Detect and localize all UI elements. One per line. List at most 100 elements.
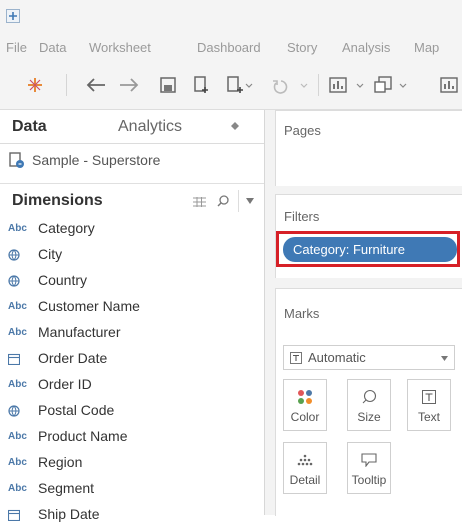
color-dots-icon <box>284 388 326 406</box>
title-bar <box>0 0 462 35</box>
string-type-icon: Abc <box>8 431 27 442</box>
text-icon <box>408 388 450 406</box>
forward-arrow-icon[interactable] <box>115 73 143 97</box>
toolbar-separator <box>66 74 67 96</box>
dimension-field[interactable]: Abc Segment <box>0 477 264 503</box>
string-type-icon: Abc <box>8 223 27 234</box>
mark-type-dropdown[interactable]: Automatic <box>283 345 455 370</box>
detail-icon <box>284 451 326 469</box>
marks-title: Marks <box>284 306 320 321</box>
globe-icon <box>8 249 30 264</box>
dimension-field[interactable]: Ship Date <box>0 503 264 529</box>
menu-analysis[interactable]: Analysis <box>342 40 390 55</box>
string-type-icon: Abc <box>8 301 27 312</box>
data-pane-tabs: Data Analytics <box>0 110 264 144</box>
color-label: Color <box>290 410 320 424</box>
chevron-down-icon[interactable] <box>246 198 254 204</box>
data-pane: Data Analytics Sample - Superstore Dimen… <box>0 110 265 522</box>
highlight-box <box>276 231 460 267</box>
string-type-icon: Abc <box>8 483 27 494</box>
dimension-field[interactable]: City <box>0 243 264 269</box>
dimensions-title: Dimensions <box>12 192 103 209</box>
datasource-name: Sample - Superstore <box>32 152 161 168</box>
tab-analytics[interactable]: Analytics <box>118 110 182 143</box>
menu-data[interactable]: Data <box>39 40 66 55</box>
menu-worksheet[interactable]: Worksheet <box>89 40 151 55</box>
back-arrow-icon[interactable] <box>82 73 110 97</box>
tableau-logo-icon[interactable] <box>22 73 48 97</box>
chart-icon[interactable] <box>438 73 462 97</box>
show-me-icon[interactable] <box>326 73 368 97</box>
undo-icon[interactable] <box>266 73 312 97</box>
dimension-field[interactable]: Abc Order ID <box>0 373 264 399</box>
dimension-field-name: Segment <box>38 480 95 496</box>
size-label: Size <box>357 410 381 424</box>
tooltip-label: Tooltip <box>351 473 387 487</box>
text-button[interactable]: Text <box>407 379 451 431</box>
dimension-field-name: Country <box>38 272 88 288</box>
tab-data[interactable]: Data <box>12 110 47 143</box>
pages-shelf[interactable]: Pages <box>275 110 462 187</box>
dimension-field[interactable]: Abc Category <box>0 217 264 243</box>
calendar-icon <box>7 509 30 524</box>
dimension-field[interactable]: Postal Code <box>0 399 264 425</box>
dimension-field-name: Product Name <box>38 428 128 444</box>
dimension-field[interactable]: Abc Manufacturer <box>0 321 264 347</box>
pages-title: Pages <box>284 123 321 138</box>
menu-file[interactable]: File <box>6 40 27 55</box>
size-icon <box>348 388 390 406</box>
dimension-field-name: Postal Code <box>38 402 115 418</box>
highlight-icon[interactable] <box>372 73 412 97</box>
dimension-field-name: Region <box>38 454 83 470</box>
view-grid-icon[interactable] <box>193 197 206 207</box>
dimension-field-name: Order ID <box>38 376 92 392</box>
text-label: Text <box>417 410 440 424</box>
filters-title: Filters <box>284 209 320 224</box>
globe-icon <box>8 275 30 290</box>
dimension-field-name: Order Date <box>38 350 108 366</box>
header-divider <box>238 190 239 212</box>
menu-bar: File Data Worksheet Dashboard Story Anal… <box>0 34 462 61</box>
dimension-field[interactable]: Country <box>0 269 264 295</box>
shelf-separator <box>275 278 462 288</box>
active-tab-indicator <box>0 141 100 143</box>
text-icon <box>290 352 302 364</box>
pane-gutter <box>265 110 275 515</box>
database-icon <box>9 152 24 168</box>
mark-type-value: Automatic <box>308 350 366 365</box>
menu-story[interactable]: Story <box>287 40 317 55</box>
dimension-field[interactable]: Order Date <box>0 347 264 373</box>
toolbar <box>0 61 462 110</box>
dimensions-header: Dimensions <box>0 183 264 218</box>
dimension-field-name: Category <box>38 220 95 236</box>
string-type-icon: Abc <box>8 457 27 468</box>
menu-map[interactable]: Map <box>414 40 439 55</box>
string-type-icon: Abc <box>8 379 27 390</box>
search-icon[interactable] <box>217 195 229 207</box>
new-worksheet-icon[interactable] <box>222 73 256 97</box>
dimension-field-name: Manufacturer <box>38 324 121 340</box>
detail-label: Detail <box>289 473 321 487</box>
dimension-field[interactable]: Abc Region <box>0 451 264 477</box>
dimension-field-name: City <box>38 246 63 262</box>
size-button[interactable]: Size <box>347 379 391 431</box>
toolbar-separator <box>318 74 319 96</box>
tooltip-icon <box>348 451 390 469</box>
dimension-field[interactable]: Abc Product Name <box>0 425 264 451</box>
dimension-field-name: Customer Name <box>38 298 140 314</box>
string-type-icon: Abc <box>8 327 27 338</box>
diamond-icon[interactable] <box>231 122 239 130</box>
dimension-field[interactable]: Abc Customer Name <box>0 295 264 321</box>
save-icon[interactable] <box>155 73 181 97</box>
datasource-row[interactable]: Sample - Superstore <box>8 150 160 170</box>
calendar-icon <box>7 353 30 368</box>
shelf-separator <box>275 186 462 194</box>
tooltip-button[interactable]: Tooltip <box>347 442 391 494</box>
detail-button[interactable]: Detail <box>283 442 327 494</box>
tableau-app-icon <box>6 9 20 23</box>
globe-icon <box>8 405 30 420</box>
dimension-field-name: Ship Date <box>38 506 100 522</box>
menu-dashboard[interactable]: Dashboard <box>197 40 261 55</box>
new-datasource-icon[interactable] <box>189 73 215 97</box>
color-button[interactable]: Color <box>283 379 327 431</box>
